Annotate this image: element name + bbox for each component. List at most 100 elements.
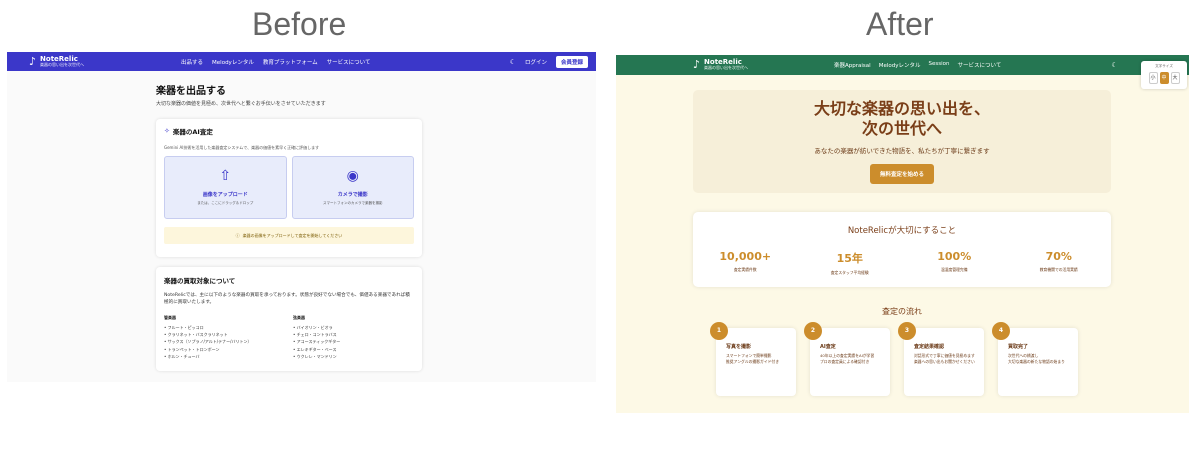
logo[interactable]: ♪ NoteRelic 楽器の思い出を次世代へ [29,54,85,68]
step-description: スマートフォンで簡単撮影 推奨アングルの撮影ガイド付き [726,353,780,365]
flow-step: 2 AI査定 40年以上の査定実績をAIが学習 プロの査定員による確認付き [804,322,890,396]
font-size-medium-button[interactable]: 中 [1159,72,1169,84]
nav-link-sell[interactable]: 出品する [181,58,203,66]
login-link[interactable]: ログイン [525,58,547,66]
font-size-small-button[interactable]: 小 [1148,72,1158,84]
wind-column: 管楽器 フルート・ピッコロ クラリネット・バスクラリネット サックス（ソプラノ/… [164,315,285,361]
after-caption: After [866,6,934,42]
list-item: フルート・ピッコロ [164,324,285,331]
nav-right: ☾ ログイン 会員登録 [510,55,588,68]
step-title: 査定結果確認 [914,344,945,350]
hero-subtitle: あなたの楽器が紡いできた物語を、私たちが丁寧に繋ぎます [814,147,990,155]
instrument-columns: 管楽器 フルート・ピッコロ クラリネット・バスクラリネット サックス（ソプラノ/… [164,315,414,361]
camera-subtitle: スマートフォンのカメラで楽器を撮影 [323,201,383,205]
step-number: 4 [992,322,1010,340]
nav-links: 出品する Melodyレンタル 教育プラットフォーム サービスについて [181,58,370,66]
list-item: クラリネット・バスクラリネット [164,331,285,338]
stat-number: 100% [937,250,972,263]
flow-step: 3 査定結果確認 対話形式で丁寧に価値を見極めます 楽器への思い出もお聞かせくだ… [898,322,984,396]
before-main: 楽器を出品する 大切な楽器の価値を見極め、次世代へと繋ぐお手伝いをさせていただき… [156,82,422,371]
step-number: 3 [898,322,916,340]
upload-title: 画像をアップロード [202,192,248,198]
stat-item: 70% 教育機関での活用実績 [1007,250,1112,276]
hero-section: 大切な楽器の思い出を、 次の世代へ あなたの楽器が紡いできた物語を、私たちが丁寧… [693,90,1111,193]
font-size-large-button[interactable]: 大 [1170,72,1180,84]
notice-text: 楽器の画像をアップロードして査定を開始してください [242,232,343,238]
list-item: ホルン・チューバ [164,353,285,360]
step-title: AI査定 [820,344,836,350]
nav-link-appraisal[interactable]: 楽器Appraisal [834,61,871,69]
stat-item: 15年 査定スタッフ平均経験 [798,250,903,276]
music-note-icon: ♪ [693,58,701,72]
step-description: 次世代への橋渡し 大切な楽器の新たな物語の始まり [1008,353,1065,365]
upload-notice: ⓘ 楽器の画像をアップロードして査定を開始してください [164,227,414,244]
step-description: 40年以上の査定実績をAIが学習 プロの査定員による確認付き [820,353,875,365]
font-size-control: 文字サイズ 小 中 大 [1141,61,1187,89]
moon-icon[interactable]: ☾ [1111,61,1117,69]
buy-card-title: 楽器の買取対象について [164,277,236,285]
camera-title: カメラで撮影 [337,192,368,198]
before-caption: Before [252,6,347,42]
logo-tagline: 楽器の思い出を次世代へ [704,65,749,71]
ai-card-description: Gemini AI技術を活用した楽器査定システムで、楽器の価値を素早く正確に評価… [164,145,320,150]
upload-options: ⇧ 画像をアップロード または、ここにドラッグ＆ドロップ ◉ カメラで撮影 スマ… [164,156,414,219]
nav-link-education[interactable]: 教育プラットフォーム [263,58,318,66]
stat-label: 査定実績件数 [733,267,757,272]
camera-button[interactable]: ◉ カメラで撮影 スマートフォンのカメラで楽器を撮影 [291,156,414,219]
list-item: アコースティックギター [293,338,414,345]
before-screenshot: ♪ NoteRelic 楽器の思い出を次世代へ 出品する Melodyレンタル … [7,52,596,382]
stat-item: 100% 温湿度管理完備 [902,250,1007,276]
list-item: ウクレレ・マンドリン [293,353,414,360]
logo-tagline: 楽器の思い出を次世代へ [40,61,85,67]
nav-link-melody[interactable]: Melodyレンタル [879,61,921,69]
stats-row: 10,000+ 査定実績件数 15年 査定スタッフ平均経験 100% 温湿度管理… [693,250,1111,276]
ai-appraisal-card: ✧ 楽器のAI査定 Gemini AI技術を活用した楽器査定システムで、楽器の価… [156,119,422,257]
upload-subtitle: または、ここにドラッグ＆ドロップ [197,201,254,205]
nav-link-session[interactable]: Session [928,61,949,69]
page-title: 楽器を出品する [156,86,226,97]
list-item: エレキギター・ベース [293,346,414,353]
flow-steps: 1 写真を撮影 スマートフォンで簡単撮影 推奨アングルの撮影ガイド付き 2 AI… [710,322,1078,396]
upload-icon: ⇧ [219,168,232,184]
font-size-buttons: 小 中 大 [1141,72,1187,84]
camera-icon: ◉ [346,168,359,184]
step-title: 買取完了 [1008,344,1029,350]
nav-link-about[interactable]: サービスについて [327,58,371,66]
values-card: NoteRelicが大切にすること 10,000+ 査定実績件数 15年 査定ス… [693,212,1111,287]
logo[interactable]: ♪ NoteRelic 楽器の思い出を次世代へ [693,58,749,72]
free-appraisal-button[interactable]: 無料査定を始める [869,164,934,184]
buy-targets-card: 楽器の買取対象について NoteRelicでは、主に以下のような楽器の買取を承っ… [156,267,422,371]
after-screenshot: ♪ NoteRelic 楽器の思い出を次世代へ 楽器Appraisal Melo… [616,55,1189,413]
hero-title-line2: 次の世代へ [861,119,942,138]
ai-card-title: 楽器のAI査定 [172,128,213,136]
stat-number: 15年 [836,252,863,265]
step-description: 対話形式で丁寧に価値を見極めます 楽器への思い出もお聞かせください [914,353,975,365]
string-column: 弦楽器 バイオリン・ビオラ チェロ・コントラバス アコースティックギター エレキ… [293,315,414,361]
step-title: 写真を撮影 [726,344,752,350]
step-number: 2 [804,322,822,340]
nav-link-about[interactable]: サービスについて [957,61,1001,69]
string-title: 弦楽器 [293,314,305,320]
list-item: チェロ・コントラバス [293,331,414,338]
values-title: NoteRelicが大切にすること [847,226,957,236]
nav-link-melody[interactable]: Melodyレンタル [212,58,254,66]
nav-links: 楽器Appraisal Melodyレンタル Session サービスについて [834,61,1001,69]
register-button[interactable]: 会員登録 [555,55,588,68]
font-size-label: 文字サイズ [1155,64,1173,68]
before-navbar: ♪ NoteRelic 楽器の思い出を次世代へ 出品する Melodyレンタル … [7,52,596,71]
list-item: トランペット・トロンボーン [164,346,285,353]
upload-image-button[interactable]: ⇧ 画像をアップロード または、ここにドラッグ＆ドロップ [164,156,287,219]
stat-number: 10,000+ [719,250,772,263]
ai-card-heading: ✧ 楽器のAI査定 [164,126,414,136]
stat-item: 10,000+ 査定実績件数 [693,250,798,276]
flow-step: 4 買取完了 次世代への橋渡し 大切な楽器の新たな物語の始まり [992,322,1078,396]
stat-label: 温湿度管理完備 [940,267,968,272]
stat-label: 教育機関での活用実績 [1039,267,1078,272]
page-subtitle: 大切な楽器の価値を見極め、次世代へと繋ぐお手伝いをさせていただきます [156,101,326,107]
list-item: バイオリン・ビオラ [293,324,414,331]
music-note-icon: ♪ [29,54,37,68]
flow-title: 査定の流れ [882,307,922,316]
buy-card-text: NoteRelicでは、主に以下のような楽器の買取を承っております。状態が良好で… [164,293,410,306]
stat-number: 70% [1045,250,1072,263]
moon-icon[interactable]: ☾ [510,58,516,66]
